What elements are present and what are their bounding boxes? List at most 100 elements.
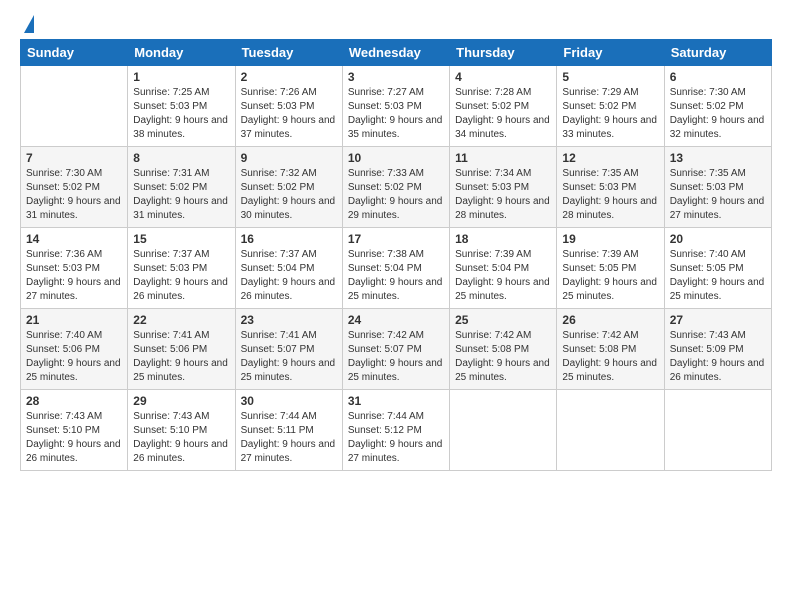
day-number: 30	[241, 394, 337, 408]
daylight-text: Daylight: 9 hours and 33 minutes.	[562, 115, 657, 140]
calendar-week-row: 7Sunrise: 7:30 AMSunset: 5:02 PMDaylight…	[21, 147, 772, 228]
day-number: 5	[562, 70, 658, 84]
calendar-cell: 28 Sunrise: 7:43 AMSunset: 5:10 PMDayligh…	[21, 390, 128, 471]
calendar-cell: 7Sunrise: 7:30 AMSunset: 5:02 PMDaylight…	[21, 147, 128, 228]
sunrise-text: Sunrise: 7:35 AM	[562, 168, 638, 179]
calendar-week-row: 28Sunrise: 7:43 AMSunset: 5:10 PMDayligh…	[21, 390, 772, 471]
day-info: Sunrise: 7:28 AMSunset: 5:02 PMDaylight:…	[455, 86, 551, 142]
weekday-header-row: Sunday Monday Tuesday Wednesday Thursday…	[21, 40, 772, 66]
daylight-text: Daylight: 9 hours and 26 minutes.	[26, 439, 121, 464]
daylight-text: Daylight: 9 hours and 35 minutes.	[348, 115, 443, 140]
day-number: 10	[348, 151, 444, 165]
daylight-text: Daylight: 9 hours and 37 minutes.	[241, 115, 336, 140]
sunrise-text: Sunrise: 7:39 AM	[562, 249, 638, 260]
day-info: Sunrise: 7:42 AMSunset: 5:08 PMDaylight:…	[455, 329, 551, 385]
sunset-text: Sunset: 5:02 PM	[670, 101, 744, 112]
header-thursday: Thursday	[450, 40, 557, 66]
sunrise-text: Sunrise: 7:43 AM	[26, 411, 102, 422]
calendar-cell: 31 Sunrise: 7:44 AMSunset: 5:12 PMDayligh…	[342, 390, 449, 471]
daylight-text: Daylight: 9 hours and 27 minutes.	[241, 439, 336, 464]
sunrise-text: Sunrise: 7:36 AM	[26, 249, 102, 260]
daylight-text: Daylight: 9 hours and 25 minutes.	[562, 277, 657, 302]
sunrise-text: Sunrise: 7:32 AM	[241, 168, 317, 179]
day-info: Sunrise: 7:43 AMSunset: 5:10 PMDaylight:…	[26, 410, 122, 466]
sunset-text: Sunset: 5:04 PM	[241, 263, 315, 274]
sunrise-text: Sunrise: 7:44 AM	[348, 411, 424, 422]
sunset-text: Sunset: 5:04 PM	[455, 263, 529, 274]
day-info: Sunrise: 7:44 AMSunset: 5:11 PMDaylight:…	[241, 410, 337, 466]
day-info: Sunrise: 7:40 AMSunset: 5:06 PMDaylight:…	[26, 329, 122, 385]
day-number: 25	[455, 313, 551, 327]
sunset-text: Sunset: 5:07 PM	[241, 344, 315, 355]
sunrise-text: Sunrise: 7:41 AM	[133, 330, 209, 341]
calendar-cell: 25 Sunrise: 7:42 AMSunset: 5:08 PMDayligh…	[450, 309, 557, 390]
day-info: Sunrise: 7:25 AMSunset: 5:03 PMDaylight:…	[133, 86, 229, 142]
sunset-text: Sunset: 5:04 PM	[348, 263, 422, 274]
header-saturday: Saturday	[664, 40, 771, 66]
header-friday: Friday	[557, 40, 664, 66]
sunrise-text: Sunrise: 7:42 AM	[348, 330, 424, 341]
day-number: 3	[348, 70, 444, 84]
sunset-text: Sunset: 5:03 PM	[455, 182, 529, 193]
day-number: 28	[26, 394, 122, 408]
day-number: 12	[562, 151, 658, 165]
day-info: Sunrise: 7:27 AMSunset: 5:03 PMDaylight:…	[348, 86, 444, 142]
sunrise-text: Sunrise: 7:43 AM	[670, 330, 746, 341]
calendar-cell: 26Sunrise: 7:42 AMSunset: 5:08 PMDayligh…	[557, 309, 664, 390]
sunset-text: Sunset: 5:06 PM	[133, 344, 207, 355]
sunset-text: Sunset: 5:10 PM	[133, 425, 207, 436]
sunrise-text: Sunrise: 7:30 AM	[26, 168, 102, 179]
day-number: 31	[348, 394, 444, 408]
day-info: Sunrise: 7:31 AMSunset: 5:02 PMDaylight:…	[133, 167, 229, 223]
calendar-cell: 18Sunrise: 7:39 AMSunset: 5:04 PMDayligh…	[450, 228, 557, 309]
sunrise-text: Sunrise: 7:41 AM	[241, 330, 317, 341]
calendar-cell	[21, 66, 128, 147]
sunset-text: Sunset: 5:03 PM	[133, 101, 207, 112]
day-info: Sunrise: 7:44 AMSunset: 5:12 PMDaylight:…	[348, 410, 444, 466]
day-info: Sunrise: 7:41 AMSunset: 5:06 PMDaylight:…	[133, 329, 229, 385]
day-number: 8	[133, 151, 229, 165]
sunset-text: Sunset: 5:02 PM	[133, 182, 207, 193]
sunrise-text: Sunrise: 7:37 AM	[241, 249, 317, 260]
sunrise-text: Sunrise: 7:34 AM	[455, 168, 531, 179]
day-number: 22	[133, 313, 229, 327]
sunset-text: Sunset: 5:06 PM	[26, 344, 100, 355]
daylight-text: Daylight: 9 hours and 26 minutes.	[133, 439, 228, 464]
day-number: 19	[562, 232, 658, 246]
day-info: Sunrise: 7:37 AMSunset: 5:04 PMDaylight:…	[241, 248, 337, 304]
calendar-cell: 30 Sunrise: 7:44 AMSunset: 5:11 PMDayligh…	[235, 390, 342, 471]
calendar-cell: 1Sunrise: 7:25 AMSunset: 5:03 PMDaylight…	[128, 66, 235, 147]
calendar-cell: 5Sunrise: 7:29 AMSunset: 5:02 PMDaylight…	[557, 66, 664, 147]
daylight-text: Daylight: 9 hours and 27 minutes.	[670, 196, 765, 221]
day-number: 29	[133, 394, 229, 408]
sunset-text: Sunset: 5:02 PM	[348, 182, 422, 193]
day-number: 14	[26, 232, 122, 246]
sunrise-text: Sunrise: 7:25 AM	[133, 87, 209, 98]
daylight-text: Daylight: 9 hours and 31 minutes.	[133, 196, 228, 221]
sunrise-text: Sunrise: 7:28 AM	[455, 87, 531, 98]
calendar-week-row: 14Sunrise: 7:36 AMSunset: 5:03 PMDayligh…	[21, 228, 772, 309]
sunrise-text: Sunrise: 7:40 AM	[26, 330, 102, 341]
sunset-text: Sunset: 5:02 PM	[26, 182, 100, 193]
day-info: Sunrise: 7:43 AMSunset: 5:10 PMDaylight:…	[133, 410, 229, 466]
daylight-text: Daylight: 9 hours and 29 minutes.	[348, 196, 443, 221]
day-info: Sunrise: 7:40 AMSunset: 5:05 PMDaylight:…	[670, 248, 766, 304]
calendar-cell: 3 Sunrise: 7:27 AMSunset: 5:03 PMDaylight…	[342, 66, 449, 147]
sunset-text: Sunset: 5:03 PM	[562, 182, 636, 193]
sunrise-text: Sunrise: 7:40 AM	[670, 249, 746, 260]
calendar-week-row: 21Sunrise: 7:40 AMSunset: 5:06 PMDayligh…	[21, 309, 772, 390]
day-number: 13	[670, 151, 766, 165]
day-number: 27	[670, 313, 766, 327]
daylight-text: Daylight: 9 hours and 28 minutes.	[455, 196, 550, 221]
day-info: Sunrise: 7:32 AMSunset: 5:02 PMDaylight:…	[241, 167, 337, 223]
sunset-text: Sunset: 5:03 PM	[241, 101, 315, 112]
day-number: 9	[241, 151, 337, 165]
daylight-text: Daylight: 9 hours and 25 minutes.	[455, 358, 550, 383]
sunset-text: Sunset: 5:11 PM	[241, 425, 314, 436]
day-info: Sunrise: 7:42 AMSunset: 5:07 PMDaylight:…	[348, 329, 444, 385]
sunset-text: Sunset: 5:03 PM	[670, 182, 744, 193]
calendar-page: Sunday Monday Tuesday Wednesday Thursday…	[0, 0, 792, 612]
calendar-cell: 17Sunrise: 7:38 AMSunset: 5:04 PMDayligh…	[342, 228, 449, 309]
calendar-table: Sunday Monday Tuesday Wednesday Thursday…	[20, 39, 772, 471]
day-number: 4	[455, 70, 551, 84]
